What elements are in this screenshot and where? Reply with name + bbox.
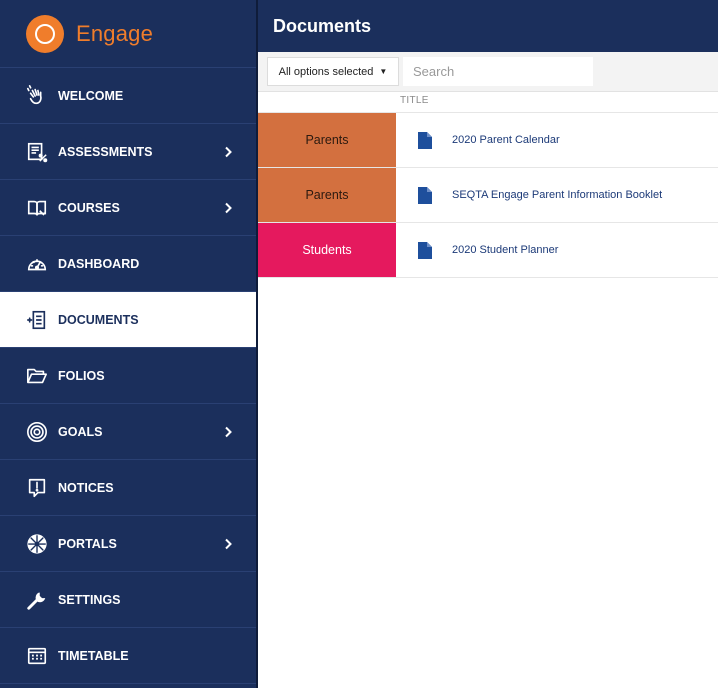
- assessment-percent-icon: [26, 141, 48, 163]
- sidebar-item-label: COURSES: [58, 200, 120, 215]
- chevron-right-icon: [225, 538, 232, 549]
- hand-wave-icon: [26, 84, 48, 107]
- sidebar-item-label: TIMETABLE: [58, 648, 129, 663]
- chevron-right-icon: [225, 146, 232, 157]
- sidebar-item-label: DOCUMENTS: [58, 312, 139, 327]
- brand[interactable]: Engage: [0, 0, 256, 68]
- sidebar-item-assessments[interactable]: ASSESSMENTS: [0, 124, 256, 180]
- caret-down-icon: ▼: [379, 67, 388, 76]
- document-file-icon: [418, 131, 432, 149]
- sidebar-item-label: GOALS: [58, 424, 103, 439]
- portal-swirl-icon: [26, 533, 48, 555]
- category-tag: Students: [258, 223, 396, 277]
- sidebar-item-label: WELCOME: [58, 88, 124, 103]
- sidebar-item-portals[interactable]: PORTALS: [0, 516, 256, 572]
- search-input[interactable]: [403, 57, 593, 86]
- table-row[interactable]: Parents SEQTA Engage Parent Information …: [258, 167, 718, 223]
- table-row[interactable]: Students 2020 Student Planner: [258, 222, 718, 278]
- sidebar-item-documents[interactable]: DOCUMENTS: [0, 292, 256, 348]
- sidebar-item-folios[interactable]: FOLIOS: [0, 348, 256, 404]
- sidebar: Engage WELCOME ASSESSMENTS COURSES DASHB…: [0, 0, 258, 688]
- wrench-icon: [26, 589, 48, 611]
- notice-exclamation-icon: [26, 477, 48, 499]
- document-title-link[interactable]: 2020 Parent Calendar: [452, 134, 560, 146]
- filter-label: All options selected: [278, 65, 374, 78]
- category-tag: Parents: [258, 113, 396, 167]
- table-row[interactable]: Parents 2020 Parent Calendar: [258, 112, 718, 168]
- chevron-right-icon: [225, 426, 232, 437]
- brand-name: Engage: [76, 20, 154, 46]
- document-file-icon: [418, 186, 432, 204]
- document-list-icon: [26, 309, 48, 331]
- sidebar-item-notices[interactable]: NOTICES: [0, 460, 256, 516]
- target-icon: [26, 421, 48, 443]
- sidebar-item-timetable[interactable]: TIMETABLE: [0, 628, 256, 684]
- sidebar-item-label: DASHBOARD: [58, 256, 140, 271]
- gauge-icon: [26, 253, 48, 275]
- sidebar-item-label: SETTINGS: [58, 592, 121, 607]
- document-title-link[interactable]: 2020 Student Planner: [452, 244, 558, 256]
- sidebar-item-courses[interactable]: COURSES: [0, 180, 256, 236]
- toolbar: All options selected ▼: [258, 52, 718, 92]
- sidebar-item-goals[interactable]: GOALS: [0, 404, 256, 460]
- category-tag: Parents: [258, 168, 396, 222]
- document-title-link[interactable]: SEQTA Engage Parent Information Booklet: [452, 189, 662, 201]
- category-filter-dropdown[interactable]: All options selected ▼: [267, 57, 399, 86]
- sidebar-item-dashboard[interactable]: DASHBOARD: [0, 236, 256, 292]
- page-title: Documents: [273, 15, 372, 36]
- book-open-icon: [26, 197, 48, 219]
- sidebar-item-label: FOLIOS: [58, 368, 105, 383]
- sidebar-item-label: PORTALS: [58, 536, 117, 551]
- sidebar-item-welcome[interactable]: WELCOME: [0, 68, 256, 124]
- document-list: Parents 2020 Parent Calendar Parents SEQ…: [258, 112, 718, 278]
- folder-open-icon: [26, 365, 48, 387]
- sidebar-item-settings[interactable]: SETTINGS: [0, 572, 256, 628]
- document-file-icon: [418, 241, 432, 259]
- sidebar-item-label: NOTICES: [58, 480, 114, 495]
- chevron-right-icon: [225, 202, 232, 213]
- column-header-title[interactable]: TITLE: [400, 95, 429, 106]
- page-header: Documents: [258, 0, 718, 52]
- engage-logo-icon: [26, 14, 64, 53]
- timetable-grid-icon: [26, 645, 48, 667]
- sidebar-item-label: ASSESSMENTS: [58, 144, 153, 159]
